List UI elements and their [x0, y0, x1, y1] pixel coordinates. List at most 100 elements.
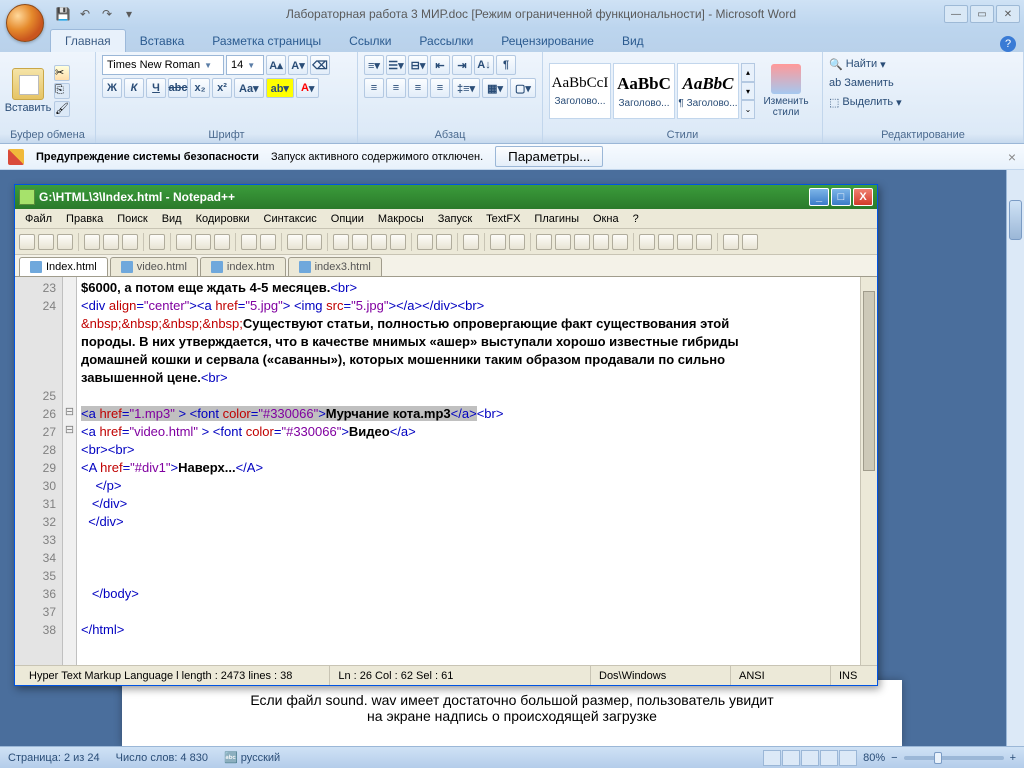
npp-toolbar-icon[interactable] — [723, 234, 739, 250]
styles-scroll[interactable]: ▴▾⌄ — [741, 63, 755, 119]
status-zoom[interactable]: 80% — [863, 752, 885, 764]
npp-toolbar-icon[interactable] — [38, 234, 54, 250]
code-line[interactable] — [81, 531, 856, 549]
sort-button[interactable]: A↓ — [474, 55, 494, 75]
ribbon-tab-view[interactable]: Вид — [608, 30, 658, 52]
npp-tab-2[interactable]: index.htm — [200, 257, 286, 276]
code-line[interactable]: </div> — [81, 513, 856, 531]
align-right-button[interactable]: ≡ — [408, 78, 428, 98]
npp-toolbar-icon[interactable] — [122, 234, 138, 250]
code-line[interactable]: завышенной цене.<br> — [81, 369, 856, 387]
indent-inc-button[interactable]: ⇥ — [452, 55, 472, 75]
code-line[interactable] — [81, 603, 856, 621]
npp-toolbar-icon[interactable] — [593, 234, 609, 250]
npp-titlebar[interactable]: G:\HTML\3\Index.html - Notepad++ _ □ X — [15, 185, 877, 209]
ribbon-tab-mailings[interactable]: Рассылки — [405, 30, 487, 52]
npp-menu-2[interactable]: Поиск — [111, 211, 153, 227]
security-options-button[interactable]: Параметры... — [495, 146, 603, 167]
maximize-button[interactable]: ▭ — [970, 5, 994, 23]
status-page[interactable]: Страница: 2 из 24 — [8, 752, 100, 764]
npp-toolbar-icon[interactable] — [19, 234, 35, 250]
format-painter-icon[interactable]: 🖌 — [54, 101, 70, 117]
code-line[interactable]: </p> — [81, 477, 856, 495]
npp-menu-5[interactable]: Синтаксис — [258, 211, 323, 227]
code-line[interactable]: домашней кошки и сервала («саванны»), ко… — [81, 351, 856, 369]
change-styles-button[interactable]: Изменить стили — [757, 64, 815, 118]
npp-toolbar-icon[interactable] — [352, 234, 368, 250]
npp-close-button[interactable]: X — [853, 188, 873, 206]
code-line[interactable]: </body> — [81, 585, 856, 603]
zoom-slider[interactable] — [904, 756, 1004, 760]
italic-button[interactable]: К — [124, 78, 144, 98]
code-line[interactable]: <div align="center"><a href="5.jpg"> <im… — [81, 297, 856, 315]
npp-toolbar-icon[interactable] — [371, 234, 387, 250]
npp-menu-11[interactable]: Окна — [587, 211, 625, 227]
npp-toolbar-icon[interactable] — [287, 234, 303, 250]
npp-toolbar-icon[interactable] — [103, 234, 119, 250]
code-line[interactable]: <A href="#div1">Наверх...</A> — [81, 459, 856, 477]
paste-button[interactable]: Вставить — [6, 55, 50, 127]
npp-toolbar-icon[interactable] — [195, 234, 211, 250]
code-line[interactable]: &nbsp;&nbsp;&nbsp;&nbsp;Существуют стать… — [81, 315, 856, 333]
cut-icon[interactable]: ✂ — [54, 65, 70, 81]
npp-toolbar-icon[interactable] — [612, 234, 628, 250]
npp-toolbar-icon[interactable] — [417, 234, 433, 250]
npp-toolbar-icon[interactable] — [555, 234, 571, 250]
code-line[interactable] — [81, 387, 856, 405]
style-item-0[interactable]: AaBbCcIЗаголово... — [549, 63, 611, 119]
code-line[interactable]: породы. В них утверждается, что в качест… — [81, 333, 856, 351]
word-vscrollbar[interactable] — [1006, 170, 1024, 746]
code-line[interactable]: <a href="1.mp3" > <font color="#330066">… — [81, 405, 856, 423]
npp-toolbar-icon[interactable] — [677, 234, 693, 250]
npp-toolbar-icon[interactable] — [260, 234, 276, 250]
npp-toolbar-icon[interactable] — [742, 234, 758, 250]
npp-toolbar-icon[interactable] — [333, 234, 349, 250]
shrink-font-button[interactable]: A▾ — [288, 55, 308, 75]
qat-redo-icon[interactable]: ↷ — [98, 5, 116, 23]
bullets-button[interactable]: ≡▾ — [364, 55, 384, 75]
highlight-button[interactable]: ab▾ — [266, 78, 294, 98]
font-color-button[interactable]: A▾ — [296, 78, 319, 98]
minimize-button[interactable]: — — [944, 5, 968, 23]
npp-toolbar-icon[interactable] — [390, 234, 406, 250]
line-spacing-button[interactable]: ‡≡▾ — [452, 78, 480, 98]
select-button[interactable]: ⬚Выделить ▾ — [829, 93, 1017, 111]
npp-fold-column[interactable] — [63, 277, 77, 665]
code-line[interactable]: <a href="video.html" > <font color="#330… — [81, 423, 856, 441]
style-item-1[interactable]: AaBbCЗаголово... — [613, 63, 675, 119]
npp-toolbar-icon[interactable] — [536, 234, 552, 250]
view-buttons[interactable] — [763, 750, 857, 766]
npp-toolbar-icon[interactable] — [509, 234, 525, 250]
code-line[interactable]: </html> — [81, 621, 856, 639]
npp-toolbar-icon[interactable] — [463, 234, 479, 250]
npp-menu-9[interactable]: TextFX — [480, 211, 526, 227]
font-name-combo[interactable]: Times New Roman▼ — [102, 55, 224, 75]
grow-font-button[interactable]: A▴ — [266, 55, 286, 75]
ribbon-tab-references[interactable]: Ссылки — [335, 30, 405, 52]
font-size-combo[interactable]: 14▼ — [226, 55, 264, 75]
npp-tab-0[interactable]: Index.html — [19, 257, 108, 276]
change-case-button[interactable]: Aa▾ — [234, 78, 264, 98]
code-line[interactable] — [81, 567, 856, 585]
npp-menu-1[interactable]: Правка — [60, 211, 109, 227]
npp-vscrollbar[interactable] — [860, 277, 877, 665]
borders-button[interactable]: ▢▾ — [510, 78, 536, 98]
status-lang[interactable]: 🔤 русский — [224, 751, 280, 764]
zoom-out-button[interactable]: − — [891, 752, 897, 764]
underline-button[interactable]: Ч — [146, 78, 166, 98]
npp-minimize-button[interactable]: _ — [809, 188, 829, 206]
subscript-button[interactable]: x₂ — [190, 78, 210, 98]
shading-button[interactable]: ▦▾ — [482, 78, 508, 98]
npp-menu-3[interactable]: Вид — [156, 211, 188, 227]
npp-toolbar-icon[interactable] — [639, 234, 655, 250]
code-line[interactable]: $6000, а потом еще ждать 4-5 месяцев.<br… — [81, 279, 856, 297]
align-center-button[interactable]: ≡ — [386, 78, 406, 98]
npp-editor[interactable]: 23242526272829303132333435363738 $6000, … — [15, 277, 877, 665]
npp-menu-8[interactable]: Запуск — [432, 211, 478, 227]
ribbon-tab-home[interactable]: Главная — [50, 29, 126, 52]
npp-toolbar-icon[interactable] — [84, 234, 100, 250]
npp-toolbar-icon[interactable] — [658, 234, 674, 250]
align-left-button[interactable]: ≡ — [364, 78, 384, 98]
npp-toolbar-icon[interactable] — [149, 234, 165, 250]
npp-menu-12[interactable]: ? — [627, 211, 645, 227]
